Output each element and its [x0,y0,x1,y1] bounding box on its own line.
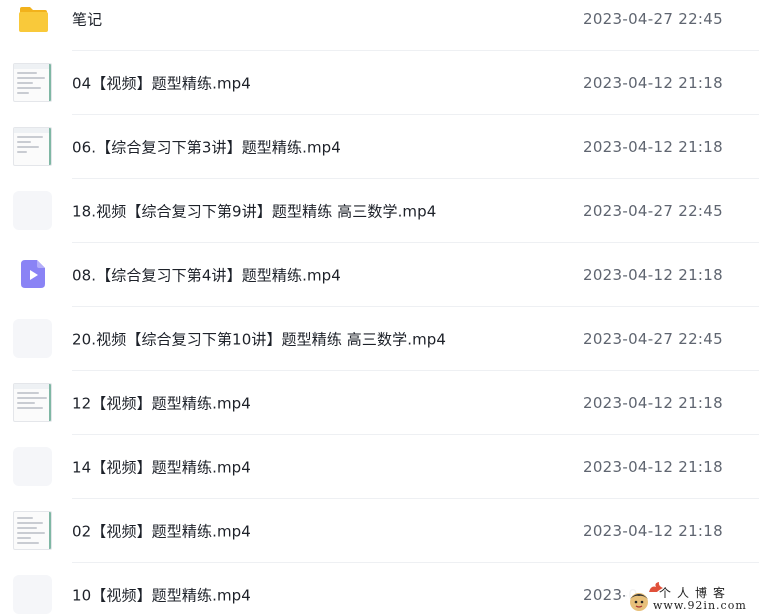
file-row[interactable]: 12【视频】题型精练.mp4 2023-04-12 21:18 [0,371,759,435]
file-row[interactable]: 20.视频【综合复习下第10讲】题型精练 高三数学.mp4 2023-04-27… [0,307,759,371]
blank-thumbnail-icon [13,447,52,486]
file-row-folder[interactable]: 笔记 2023-04-27 22:45 [0,0,759,51]
file-date: 2023-04-12 21:18 [583,394,723,412]
file-row[interactable]: 08.【综合复习下第4讲】题型精练.mp4 2023-04-12 21:18 [0,243,759,307]
document-thumbnail-icon [13,63,52,102]
file-name: 02【视频】题型精练.mp4 [72,522,251,541]
document-thumbnail-icon [13,511,52,550]
watermark: 个人博客 www.92in.com [625,581,755,615]
file-name: 04【视频】题型精练.mp4 [72,74,251,93]
file-name: 10【视频】题型精练.mp4 [72,586,251,605]
video-file-icon [21,260,45,288]
file-date: 2023-04-27 22:45 [583,330,723,348]
file-date: 2023-04-27 22:45 [583,10,723,28]
file-date: 2023-04-27 22:45 [583,202,723,220]
file-name: 14【视频】题型精练.mp4 [72,458,251,477]
file-row[interactable]: 04【视频】题型精练.mp4 2023-04-12 21:18 [0,51,759,115]
file-list: 笔记 2023-04-27 22:45 04【视频】题型精练.mp4 2023-… [0,0,759,615]
file-name: 20.视频【综合复习下第10讲】题型精练 高三数学.mp4 [72,330,447,349]
file-row[interactable]: 06.【综合复习下第3讲】题型精练.mp4 2023-04-12 21:18 [0,115,759,179]
blank-thumbnail-icon [13,575,52,614]
file-row[interactable]: 14【视频】题型精练.mp4 2023-04-12 21:18 [0,435,759,499]
file-date: 2023-04-12 21:18 [583,458,723,476]
file-name: 08.【综合复习下第4讲】题型精练.mp4 [72,266,341,285]
file-row[interactable]: 18.视频【综合复习下第9讲】题型精练 高三数学.mp4 2023-04-27 … [0,179,759,243]
document-thumbnail-icon [13,127,52,166]
document-thumbnail-icon [13,383,52,422]
file-date: 2023-04-12 21:18 [583,522,723,540]
folder-icon [19,7,48,32]
file-name: 06.【综合复习下第3讲】题型精练.mp4 [72,138,341,157]
blank-thumbnail-icon [13,191,52,230]
blank-thumbnail-icon [13,319,52,358]
file-date: 2023-04-12 21:18 [583,138,723,156]
watermark-url: www.92in.com [653,599,747,612]
file-name: 18.视频【综合复习下第9讲】题型精练 高三数学.mp4 [72,202,437,221]
file-row[interactable]: 02【视频】题型精练.mp4 2023-04-12 21:18 [0,499,759,563]
file-date: 2023-04-12 21:18 [583,266,723,284]
file-name: 笔记 [72,10,103,29]
file-date: 2023-04-12 21:18 [583,74,723,92]
file-name: 12【视频】题型精练.mp4 [72,394,251,413]
